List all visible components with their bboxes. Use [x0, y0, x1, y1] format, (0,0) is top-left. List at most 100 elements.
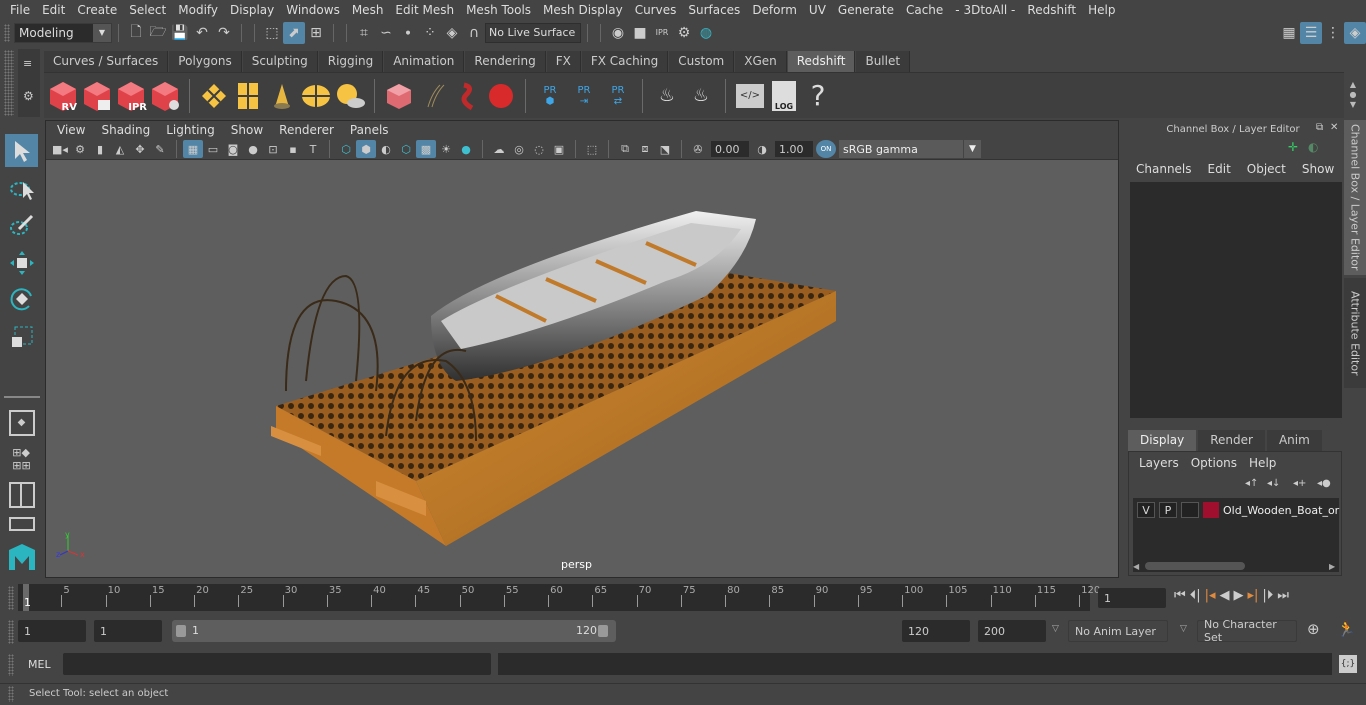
rs-proxy-cube-icon[interactable]: [383, 79, 415, 113]
shelf-tab-xgen[interactable]: XGen: [735, 51, 787, 72]
layer-list-scrollbar[interactable]: ◀ ▶: [1133, 560, 1339, 572]
film-gate-icon[interactable]: ▭: [203, 140, 223, 158]
layer-playback-toggle[interactable]: P: [1159, 502, 1177, 518]
close-icon[interactable]: ✕: [1330, 122, 1338, 133]
anti-aliasing-icon[interactable]: ◌: [529, 140, 549, 158]
wireframe-icon[interactable]: ⬡: [336, 140, 356, 158]
single-pane-layout-icon[interactable]: ◆: [5, 406, 38, 439]
wireframe-on-shaded-icon[interactable]: ◐: [376, 140, 396, 158]
pr-transfer-icon[interactable]: PR ⇄: [602, 79, 634, 113]
image-plane-icon[interactable]: ◭: [110, 140, 130, 158]
bake-multi-icon[interactable]: ♨: [651, 79, 683, 113]
ambient-occlusion-icon[interactable]: ☁: [489, 140, 509, 158]
menu-edit[interactable]: Edit: [36, 3, 71, 17]
side-by-side-layout-icon[interactable]: [5, 478, 38, 511]
shelf-scroll[interactable]: ▲ ● ▼: [1346, 80, 1360, 110]
rs-area-light-icon[interactable]: [232, 79, 264, 113]
xray-joints-icon[interactable]: ⧉: [615, 140, 635, 158]
speed-icon[interactable]: ◐: [1308, 140, 1318, 154]
save-scene-icon[interactable]: 💾: [169, 22, 191, 44]
anim-start-field[interactable]: 1: [18, 620, 86, 642]
ipr-render-icon[interactable]: IPR: [651, 22, 673, 44]
anim-layer-dropdown[interactable]: No Anim Layer: [1068, 620, 1168, 642]
rs-sun-sky-icon[interactable]: [334, 79, 366, 113]
channel-box-menu-channels[interactable]: Channels: [1128, 162, 1200, 176]
new-layer-selected-icon[interactable]: ◂●: [1317, 478, 1331, 489]
safe-title-icon[interactable]: T: [303, 140, 323, 158]
shelf-tab-redshift[interactable]: Redshift: [787, 51, 856, 72]
layer-name[interactable]: Old_Wooden_Boat_or: [1223, 504, 1339, 517]
layer-visibility-toggle[interactable]: V: [1137, 502, 1155, 518]
menu-display[interactable]: Display: [224, 3, 280, 17]
layer-tab-anim[interactable]: Anim: [1266, 430, 1322, 451]
layer-display-type-toggle[interactable]: [1181, 502, 1199, 518]
new-scene-icon[interactable]: 🗋: [125, 22, 147, 44]
textured-icon[interactable]: ▩: [416, 140, 436, 158]
menu-mesh-display[interactable]: Mesh Display: [537, 3, 629, 17]
channel-box-menu-show[interactable]: Show: [1294, 162, 1342, 176]
shelf-tab-fx[interactable]: FX: [546, 51, 581, 72]
tab-channel-box[interactable]: Channel Box / Layer Editor: [1344, 120, 1366, 275]
menu-create[interactable]: Create: [71, 3, 123, 17]
shelf-grip[interactable]: [4, 50, 14, 116]
color-management-toggle[interactable]: ON: [816, 140, 836, 158]
shelf-tab-polygons[interactable]: Polygons: [169, 51, 242, 72]
render-frame-icon[interactable]: ■: [629, 22, 651, 44]
step-forward-icon[interactable]: |⏵: [1262, 588, 1273, 603]
lasso-tool-icon[interactable]: [5, 172, 38, 205]
select-tool-icon[interactable]: [5, 134, 38, 167]
stacked-layout-icon[interactable]: [5, 514, 38, 534]
grid-toggle-icon[interactable]: ▦: [183, 140, 203, 158]
move-layer-up-icon[interactable]: ◂↑: [1245, 478, 1258, 489]
live-surface-field[interactable]: No Live Surface: [485, 22, 581, 43]
current-frame-field[interactable]: 1: [1098, 588, 1166, 608]
range-end-handle[interactable]: [598, 625, 608, 637]
scale-tool-icon[interactable]: [5, 320, 38, 353]
command-language-toggle[interactable]: MEL: [28, 658, 51, 671]
paint-select-tool-icon[interactable]: [5, 208, 38, 241]
timeline-grip[interactable]: [8, 586, 14, 610]
shelf-tab-animation[interactable]: Animation: [384, 51, 465, 72]
rs-render-settings-icon[interactable]: [149, 79, 181, 113]
render-settings-icon[interactable]: ⚙: [673, 22, 695, 44]
scroll-left-icon[interactable]: ◀: [1133, 562, 1145, 571]
grip-handle[interactable]: [4, 23, 10, 42]
snap-point-icon[interactable]: ∙: [397, 22, 419, 44]
shadows-icon[interactable]: ●: [456, 140, 476, 158]
open-scene-icon[interactable]: 🗁: [147, 22, 169, 44]
xray-active-icon[interactable]: ⧈: [635, 140, 655, 158]
move-layer-down-icon[interactable]: ◂↓: [1267, 478, 1280, 489]
pan-zoom-icon[interactable]: ✥: [130, 140, 150, 158]
shelf-tab-bullet[interactable]: Bullet: [856, 51, 911, 72]
help-grip[interactable]: [8, 686, 14, 702]
rs-hair-icon[interactable]: [417, 79, 449, 113]
shelf-tab-rigging[interactable]: Rigging: [318, 51, 384, 72]
menu-windows[interactable]: Windows: [280, 3, 346, 17]
tool-settings-icon[interactable]: ⋮: [1322, 22, 1344, 44]
layer-menu-layers[interactable]: Layers: [1133, 456, 1185, 470]
rs-curve-icon[interactable]: [451, 79, 483, 113]
snap-grid-icon[interactable]: ⌗: [353, 22, 375, 44]
layer-menu-options[interactable]: Options: [1185, 456, 1243, 470]
move-tool-icon[interactable]: [5, 246, 38, 279]
pr-export-icon[interactable]: PR ⇥: [568, 79, 600, 113]
shelf-tab-rendering[interactable]: Rendering: [465, 51, 546, 72]
chevron-down-icon[interactable]: ▽: [1180, 624, 1187, 634]
rs-batch-render-icon[interactable]: [81, 79, 113, 113]
gamma-field[interactable]: 1.00: [775, 141, 813, 157]
use-all-lights-icon[interactable]: ☀: [436, 140, 456, 158]
chevron-down-icon[interactable]: ▽: [1052, 624, 1059, 634]
scene-3d-model[interactable]: [246, 181, 906, 561]
color-space-dropdown[interactable]: sRGB gamma ▼: [839, 140, 981, 158]
scroll-thumb[interactable]: [1145, 562, 1245, 570]
menu-cache[interactable]: Cache: [900, 3, 949, 17]
snap-view-icon[interactable]: ⁘: [419, 22, 441, 44]
undo-icon[interactable]: ↶: [191, 22, 213, 44]
menu-mesh-tools[interactable]: Mesh Tools: [460, 3, 537, 17]
menu-mesh[interactable]: Mesh: [346, 3, 390, 17]
menu-edit-mesh[interactable]: Edit Mesh: [389, 3, 460, 17]
log-icon[interactable]: LOG: [768, 79, 800, 113]
menu-curves[interactable]: Curves: [629, 3, 683, 17]
float-panel-icon[interactable]: ⧉: [1316, 122, 1323, 133]
select-component-icon[interactable]: ⊞: [305, 22, 327, 44]
